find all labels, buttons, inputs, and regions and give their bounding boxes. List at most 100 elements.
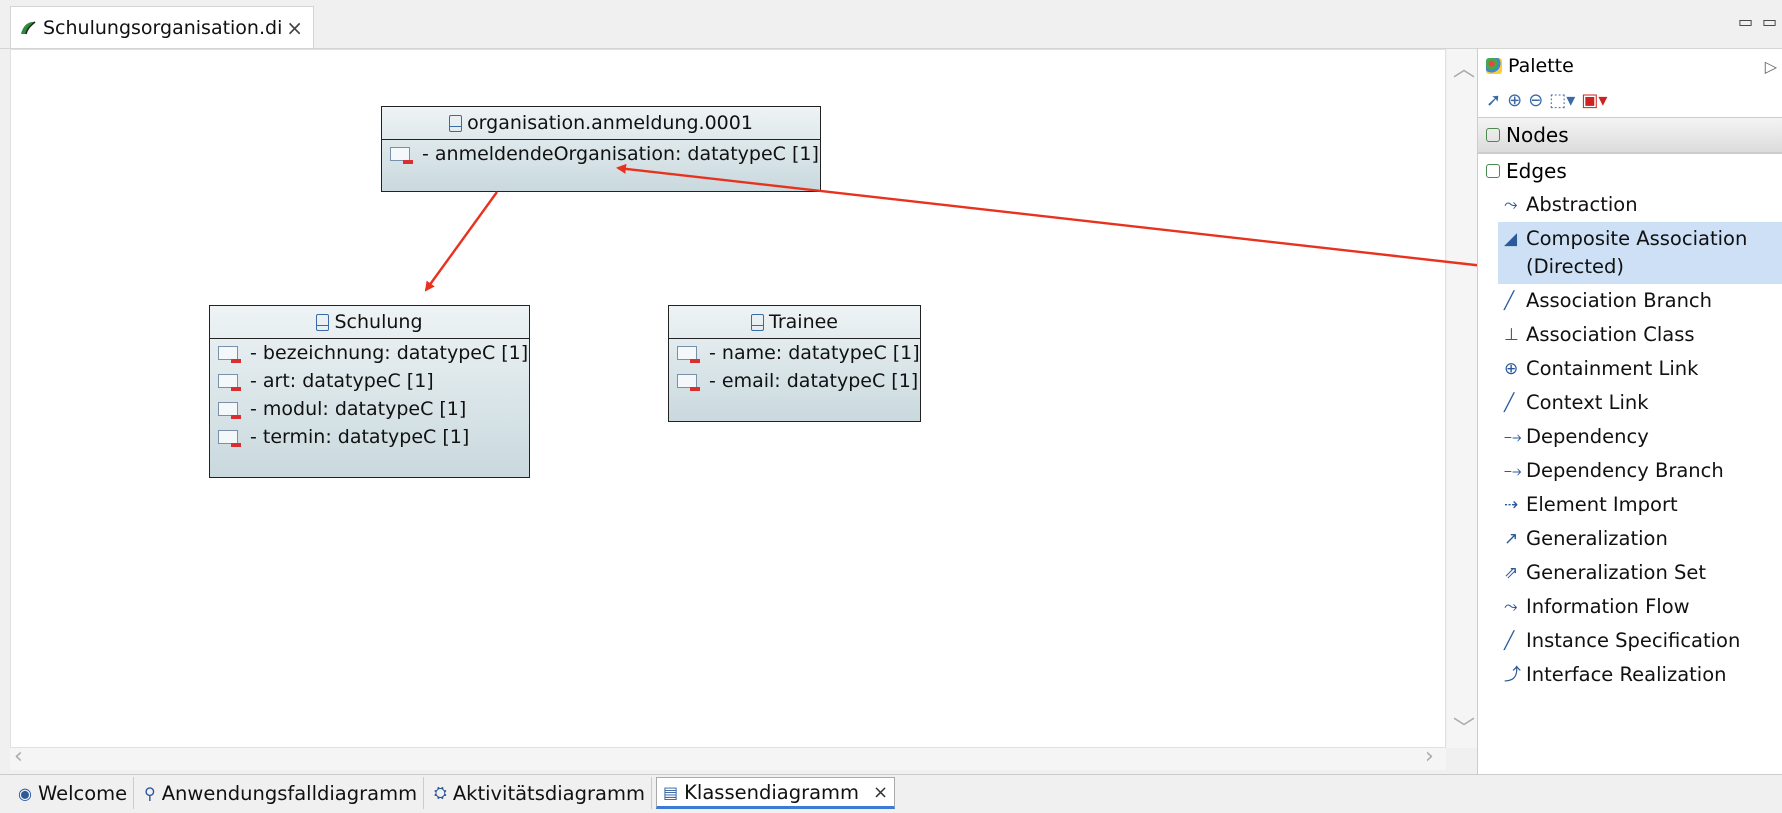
private-property-icon xyxy=(218,430,241,447)
palette-item-label: Containment Link xyxy=(1526,357,1699,380)
drawer-edges[interactable]: Edges xyxy=(1478,153,1782,188)
class-name: Trainee xyxy=(769,311,838,333)
horizontal-scrollbar[interactable]: ‹ › xyxy=(10,744,1446,770)
attribute-label: - art: datatypeC [1] xyxy=(250,370,434,392)
interface-realization-icon: ⤴ xyxy=(1504,665,1521,685)
class-icon xyxy=(449,114,463,132)
attribute-row[interactable]: - art: datatypeC [1] xyxy=(210,367,529,395)
information-flow-icon: ⤳ xyxy=(1504,597,1518,617)
attribute-row[interactable]: - modul: datatypeC [1] xyxy=(210,395,529,423)
close-tab-icon[interactable]: × xyxy=(286,16,303,40)
scroll-right-icon[interactable]: › xyxy=(1425,744,1434,769)
tab-klassendiagramm[interactable]: ▤ Klassendiagramm × xyxy=(656,777,896,809)
palette-item-dependency-branch[interactable]: ⤍ Dependency Branch xyxy=(1478,454,1782,488)
context-link-icon: ╱ xyxy=(1504,393,1515,413)
editor-tab-schulungsorganisation[interactable]: Schulungsorganisation.di × xyxy=(10,6,314,48)
palette-item-dependency[interactable]: ⤍ Dependency xyxy=(1478,420,1782,454)
palette-item-generalization-set[interactable]: ⇗ Generalization Set xyxy=(1478,556,1782,590)
attribute-label: - termin: datatypeC [1] xyxy=(250,426,470,448)
class-icon xyxy=(751,313,765,331)
dependency-branch-icon: ⤍ xyxy=(1504,461,1522,481)
palette-item-generalization[interactable]: ↗ Generalization xyxy=(1478,522,1782,556)
palette-item-label: Dependency Branch xyxy=(1526,459,1724,482)
abstraction-icon: ⤳ xyxy=(1504,195,1518,215)
drawer-icon xyxy=(1486,164,1500,178)
palette-header: Palette ▷ xyxy=(1478,49,1782,83)
dependency-icon: ⤍ xyxy=(1504,427,1522,447)
palette-item-label: Dependency xyxy=(1526,425,1649,448)
marquee-tool-icon[interactable]: ⬚▾ xyxy=(1549,90,1575,111)
palette-item-label: Context Link xyxy=(1526,391,1649,414)
marquee-connections-icon[interactable]: ▣▾ xyxy=(1581,90,1607,111)
scroll-up-icon[interactable]: ︿ xyxy=(1453,51,1475,83)
tab-aktivitaetsdiagramm[interactable]: ⛭ Aktivitätsdiagramm xyxy=(428,777,652,809)
zoom-in-icon[interactable]: ⊕ xyxy=(1507,90,1522,111)
generalization-icon: ↗ xyxy=(1504,529,1519,549)
tab-welcome[interactable]: ◉ Welcome xyxy=(12,777,135,809)
attribute-label: - modul: datatypeC [1] xyxy=(250,398,467,420)
palette-item-label: Composite Association (Directed) xyxy=(1526,227,1748,278)
palette-item-label: Element Import xyxy=(1526,493,1678,516)
generalization-set-icon: ⇗ xyxy=(1504,563,1519,583)
maximize-icon[interactable]: ▭ xyxy=(1762,12,1777,31)
attribute-label: - bezeichnung: datatypeC [1] xyxy=(250,342,529,364)
close-tab-icon[interactable]: × xyxy=(873,782,888,803)
palette-item-association-branch[interactable]: ╱ Association Branch xyxy=(1478,284,1782,318)
drawer-label: Nodes xyxy=(1506,123,1569,147)
class-name: Schulung xyxy=(334,311,423,333)
palette-item-label: Interface Realization xyxy=(1526,663,1727,686)
palette-item-association-class[interactable]: ⊥ Association Class xyxy=(1478,318,1782,352)
attribute-row[interactable]: - email: datatypeC [1] xyxy=(669,367,920,395)
private-property-icon xyxy=(677,346,700,363)
drawer-label: Edges xyxy=(1506,159,1567,183)
select-tool-icon[interactable]: ➚ xyxy=(1486,90,1501,111)
private-property-icon xyxy=(390,147,413,164)
minimize-icon[interactable]: ▭ xyxy=(1738,12,1753,31)
palette-item-element-import[interactable]: ⇢ Element Import xyxy=(1478,488,1782,522)
scroll-down-icon[interactable]: ﹀ xyxy=(1453,711,1475,743)
class-header: Schulung xyxy=(210,306,529,339)
class-header: organisation.anmeldung.0001 xyxy=(382,107,820,140)
class-organisation-anmeldung[interactable]: organisation.anmeldung.0001 - anmeldende… xyxy=(381,106,821,192)
palette-panel: Palette ▷ ➚ ⊕ ⊖ ⬚▾ ▣▾ Nodes Edges ⤳ Abstr… xyxy=(1477,49,1782,774)
editor-tab-bar: Schulungsorganisation.di × ▭ ▭ xyxy=(0,0,1782,49)
palette-item-interface-realization[interactable]: ⤴ Interface Realization xyxy=(1478,658,1782,692)
palette-toolbar: ➚ ⊕ ⊖ ⬚▾ ▣▾ xyxy=(1478,83,1782,117)
private-property-icon xyxy=(218,346,241,363)
zoom-out-icon[interactable]: ⊖ xyxy=(1528,90,1543,111)
palette-item-label: Information Flow xyxy=(1526,595,1690,618)
class-diagram-icon: ▤ xyxy=(663,782,679,802)
palette-item-label: Generalization xyxy=(1526,527,1668,550)
tab-anwendungsfalldiagramm[interactable]: ⚲ Anwendungsfalldiagramm xyxy=(138,777,425,809)
attribute-row[interactable]: - termin: datatypeC [1] xyxy=(210,423,529,451)
palette-item-instance-specification[interactable]: ╱ Instance Specification xyxy=(1478,624,1782,658)
palette-item-containment-link[interactable]: ⊕ Containment Link xyxy=(1478,352,1782,386)
attribute-row[interactable]: - bezeichnung: datatypeC [1] xyxy=(210,339,529,367)
palette-edge-list: ⤳ Abstraction ◢ Composite Association (Dire… xyxy=(1478,188,1782,692)
vertical-scrollbar[interactable]: ︿ ﹀ xyxy=(1447,49,1477,748)
collapse-palette-icon[interactable]: ▷ xyxy=(1765,57,1777,76)
palette-item-label: Abstraction xyxy=(1526,193,1638,216)
palette-item-context-link[interactable]: ╱ Context Link xyxy=(1478,386,1782,420)
class-trainee[interactable]: Trainee - name: datatypeC [1] - email: d… xyxy=(668,305,921,422)
palette-item-information-flow[interactable]: ⤳ Information Flow xyxy=(1478,590,1782,624)
palette-icon xyxy=(1486,58,1502,74)
palette-item-abstraction[interactable]: ⤳ Abstraction xyxy=(1478,188,1782,222)
tab-label: Klassendiagramm xyxy=(684,780,860,804)
attribute-row[interactable]: - name: datatypeC [1] xyxy=(669,339,920,367)
class-icon xyxy=(316,313,330,331)
editor-tab-title: Schulungsorganisation.di xyxy=(43,16,283,39)
private-property-icon xyxy=(677,374,700,391)
attribute-label: - name: datatypeC [1] xyxy=(709,342,920,364)
attribute-row[interactable]: - anmeldendeOrganisation: datatypeC [1] xyxy=(382,140,820,168)
containment-link-icon: ⊕ xyxy=(1504,359,1519,379)
association-branch-icon: ╱ xyxy=(1504,291,1515,311)
drawer-icon xyxy=(1486,128,1500,142)
scroll-left-icon[interactable]: ‹ xyxy=(14,744,23,769)
class-schulung[interactable]: Schulung - bezeichnung: datatypeC [1] - … xyxy=(209,305,530,478)
drawer-nodes[interactable]: Nodes xyxy=(1478,117,1782,153)
welcome-icon: ◉ xyxy=(18,783,32,803)
palette-item-composite-association[interactable]: ◢ Composite Association (Directed) xyxy=(1498,222,1782,284)
class-header: Trainee xyxy=(669,306,920,339)
papyrus-diagram-icon xyxy=(19,19,37,37)
